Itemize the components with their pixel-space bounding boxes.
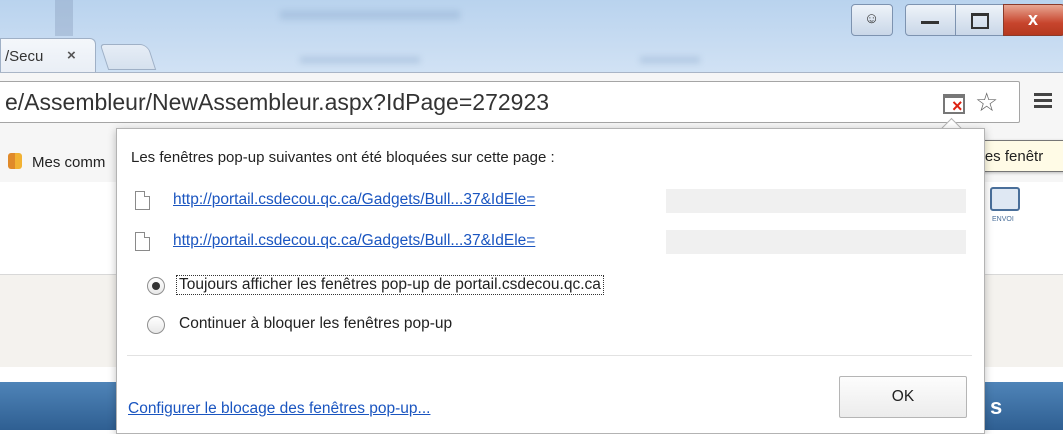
bookmark-item[interactable]: Mes comm (32, 154, 105, 171)
title-bar: /Secu × ☺ x (0, 0, 1063, 82)
user-profile-button[interactable]: ☺ (851, 4, 893, 36)
blocked-popup-link[interactable]: http://portail.csdecou.qc.ca/Gadgets/Bul… (173, 191, 535, 209)
bookmark-star-icon[interactable]: ☆ (975, 87, 998, 118)
address-bar[interactable]: e/Assembleur/NewAssembleur.aspx?IdPage=2… (0, 81, 1020, 123)
tab-close-icon[interactable]: × (67, 47, 76, 64)
always-show-radio[interactable] (147, 277, 165, 295)
address-bar-url: e/Assembleur/NewAssembleur.aspx?IdPage=2… (5, 89, 550, 115)
document-icon (135, 191, 150, 210)
close-icon: x (1028, 9, 1039, 29)
popup-blocked-x-icon: × (952, 96, 963, 116)
minimize-icon (921, 21, 939, 24)
document-icon (135, 232, 150, 251)
always-show-label[interactable]: Toujours afficher les fenêtres pop-up de… (176, 275, 604, 295)
bubble-divider (127, 355, 972, 356)
close-window-button[interactable]: x (1003, 4, 1063, 36)
bubble-heading: Les fenêtres pop-up suivantes ont été bl… (131, 149, 555, 166)
send-icon-caption: ENVOI (992, 216, 1014, 223)
maximize-button[interactable] (955, 4, 1005, 36)
blocked-popup-link[interactable]: http://portail.csdecou.qc.ca/Gadgets/Bul… (173, 232, 535, 250)
browser-tab[interactable]: /Secu × (0, 38, 96, 73)
keep-blocking-radio[interactable] (147, 316, 165, 334)
page-header-text: s (990, 394, 1003, 419)
keep-blocking-label[interactable]: Continuer à bloquer les fenêtres pop-up (179, 315, 452, 333)
popup-blocked-bubble: Les fenêtres pop-up suivantes ont été bl… (116, 128, 985, 434)
send-icon[interactable] (990, 187, 1020, 211)
manage-popup-blocking-link[interactable]: Configurer le blocage des fenêtres pop-u… (128, 400, 430, 418)
maximize-icon (971, 13, 989, 29)
ok-button[interactable]: OK (839, 376, 967, 418)
new-tab-button[interactable] (99, 44, 157, 70)
minimize-button[interactable] (905, 4, 957, 36)
bookmark-people-icon (8, 153, 22, 169)
menu-icon[interactable] (1034, 93, 1052, 109)
tab-title: /Secu (5, 48, 44, 65)
user-icon: ☺ (864, 10, 880, 27)
